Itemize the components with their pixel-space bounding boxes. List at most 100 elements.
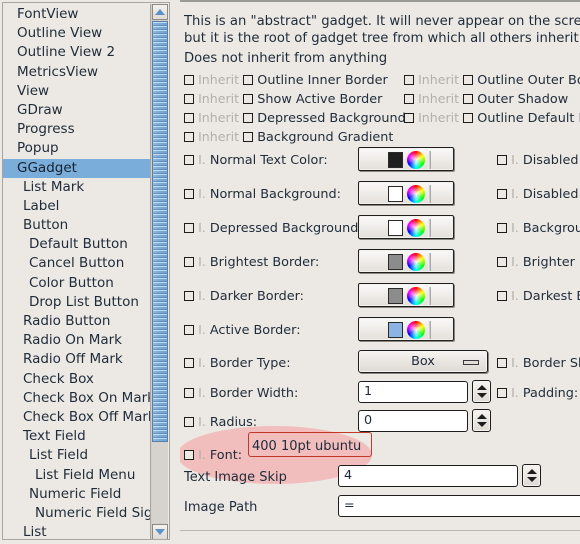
tree-item-radio-button[interactable]: Radio Button — [3, 312, 151, 331]
stepper-up-icon[interactable] — [526, 469, 537, 474]
tree-item-gdraw[interactable]: GDraw — [3, 101, 151, 120]
image-path-input[interactable]: = — [338, 495, 580, 517]
flag-row-outline-default-border[interactable]: Inherit Outline Default Border — [404, 109, 580, 127]
color-wheel-icon[interactable] — [407, 321, 425, 339]
brightness-bar[interactable] — [428, 219, 431, 237]
color-row-background-gradient-end[interactable]: I. Background Gradient End: — [497, 216, 580, 240]
flag-row-outer-shadow[interactable]: Inherit Outer Shadow — [404, 90, 568, 108]
brightness-bar[interactable] — [428, 185, 431, 203]
color-row-depressed-background[interactable]: I. Depressed Background: — [184, 216, 363, 240]
color-picker-active-border[interactable] — [358, 317, 454, 341]
color-wheel-icon[interactable] — [407, 287, 425, 305]
color-wheel-icon[interactable] — [407, 151, 425, 169]
checkbox-show-active-border[interactable] — [243, 94, 254, 104]
inherit-checkbox-font[interactable] — [184, 450, 194, 460]
tree-item-radio-on-mark[interactable]: Radio On Mark — [3, 331, 151, 350]
tree-item-check-box-on-mark[interactable]: Check Box On Mark — [3, 389, 155, 408]
inherit-checkbox-active-border[interactable] — [184, 325, 194, 335]
stepper-down-icon[interactable] — [476, 422, 487, 427]
scrollbar-thumb[interactable] — [152, 21, 168, 442]
stepper-down-icon[interactable] — [476, 393, 487, 398]
inherit-checkbox-depressed-background[interactable] — [184, 113, 194, 123]
inherit-checkbox-show-active-border[interactable] — [184, 94, 194, 104]
flag-row-depressed-background[interactable]: Inherit Depressed Background — [184, 109, 406, 127]
inherit-checkbox-outline-inner-border[interactable] — [184, 75, 194, 85]
color-wheel-icon[interactable] — [407, 253, 425, 271]
color-row-disabled-background[interactable]: I. Disabled Background: — [497, 182, 580, 206]
inherit-checkbox-outline-outer-border[interactable] — [404, 75, 414, 85]
color-picker-normal-text-color[interactable] — [358, 147, 454, 171]
inherit-checkbox-background-gradient-end[interactable] — [497, 223, 507, 233]
color-wheel-icon[interactable] — [407, 219, 425, 237]
color-swatch[interactable] — [388, 254, 403, 270]
inherit-checkbox-depressed-background-color[interactable] — [184, 223, 194, 233]
tree-vertical-scrollbar[interactable] — [150, 4, 168, 539]
color-row-normal-text-color[interactable]: I. Normal Text Color: — [184, 148, 328, 172]
tree-item-check-box[interactable]: Check Box — [3, 370, 151, 389]
color-picker-normal-background[interactable] — [358, 181, 454, 205]
field-row-border-type[interactable]: I. Border Type: — [184, 351, 291, 375]
stepper-up-icon[interactable] — [476, 385, 487, 390]
inherit-checkbox-radius[interactable] — [184, 417, 194, 427]
tree-item-fontview[interactable]: FontView — [3, 5, 151, 24]
tree-item-default-button[interactable]: Default Button — [3, 235, 151, 254]
tree-item-numeric-field[interactable]: Numeric Field — [3, 485, 151, 504]
border-width-input[interactable]: 1 — [358, 381, 468, 403]
tree-item-list-field-menu[interactable]: List Field Menu — [3, 466, 151, 485]
flag-row-outline-inner-border[interactable]: Inherit Outline Inner Border — [184, 71, 388, 89]
flag-row-background-gradient[interactable]: Inherit Background Gradient — [184, 128, 393, 146]
color-picker-brightest-border[interactable] — [358, 249, 454, 273]
color-row-brighter-border[interactable]: I. Brighter Border: — [497, 250, 580, 274]
color-swatch[interactable] — [388, 288, 403, 304]
inherit-checkbox-background-gradient[interactable] — [184, 132, 194, 142]
inherit-checkbox-normal-text-color[interactable] — [184, 155, 194, 165]
color-row-disabled-text-color[interactable]: I. Disabled Text Color: — [497, 148, 580, 172]
font-value-text[interactable]: 400 10pt ubuntu — [252, 436, 361, 458]
inherit-checkbox-darkest-border[interactable] — [497, 291, 507, 301]
inherit-checkbox-brightest-border[interactable] — [184, 257, 194, 267]
border-type-dropdown[interactable]: Box — [358, 350, 488, 373]
inherit-checkbox-padding[interactable] — [497, 388, 507, 398]
inherit-checkbox-border-type[interactable] — [184, 358, 194, 368]
brightness-bar[interactable] — [428, 253, 431, 271]
tree-item-list[interactable]: List — [3, 523, 151, 539]
stepper-down-icon[interactable] — [526, 477, 537, 482]
tree-item-color-button[interactable]: Color Button — [3, 274, 151, 293]
inherit-checkbox-disabled-text-color[interactable] — [497, 155, 507, 165]
color-swatch[interactable] — [388, 152, 403, 168]
tree-item-label[interactable]: Label — [3, 197, 151, 216]
color-swatch[interactable] — [388, 186, 403, 202]
inherit-checkbox-border-shape[interactable] — [497, 358, 507, 368]
brightness-bar[interactable] — [428, 321, 431, 339]
color-swatch[interactable] — [388, 220, 403, 236]
tree-item-radio-off-mark[interactable]: Radio Off Mark — [3, 350, 151, 369]
stepper-up-icon[interactable] — [476, 414, 487, 419]
color-swatch[interactable] — [388, 322, 403, 338]
tree-item-numeric-field-sign[interactable]: Numeric Field Sign — [3, 504, 161, 523]
color-wheel-icon[interactable] — [407, 185, 425, 203]
scroll-down-button[interactable] — [152, 524, 168, 539]
color-row-active-border[interactable]: I. Active Border: — [184, 318, 301, 342]
inherit-checkbox-darker-border[interactable] — [184, 291, 194, 301]
inherit-checkbox-normal-background[interactable] — [184, 189, 194, 199]
color-row-normal-background[interactable]: I. Normal Background: — [184, 182, 341, 206]
inherit-checkbox-border-width[interactable] — [184, 388, 194, 398]
tree-item-ggadget[interactable]: GGadget — [3, 158, 151, 178]
inherit-checkbox-outline-default-border[interactable] — [404, 113, 414, 123]
checkbox-outline-default-border[interactable] — [463, 113, 474, 123]
checkbox-outline-inner-border[interactable] — [243, 75, 254, 85]
field-row-radius[interactable]: I. Radius: — [184, 410, 257, 434]
border-width-stepper[interactable] — [472, 380, 491, 403]
field-row-border-width[interactable]: I. Border Width: — [184, 381, 298, 405]
tree-item-popup[interactable]: Popup — [3, 139, 151, 158]
radius-stepper[interactable] — [472, 409, 491, 432]
inherit-checkbox-outer-shadow[interactable] — [404, 94, 414, 104]
tree-item-outline-view-2[interactable]: Outline View 2 — [3, 43, 151, 62]
color-row-brightest-border[interactable]: I. Brightest Border: — [184, 250, 319, 274]
flag-row-show-active-border[interactable]: Inherit Show Active Border — [184, 90, 382, 108]
text-image-skip-input[interactable]: 4 — [338, 465, 518, 487]
checkbox-outline-outer-border[interactable] — [463, 75, 474, 85]
field-row-padding[interactable]: I. Padding: — [497, 381, 578, 405]
brightness-bar[interactable] — [428, 287, 431, 305]
tree-item-check-box-off-mark[interactable]: Check Box Off Mark — [3, 408, 156, 427]
